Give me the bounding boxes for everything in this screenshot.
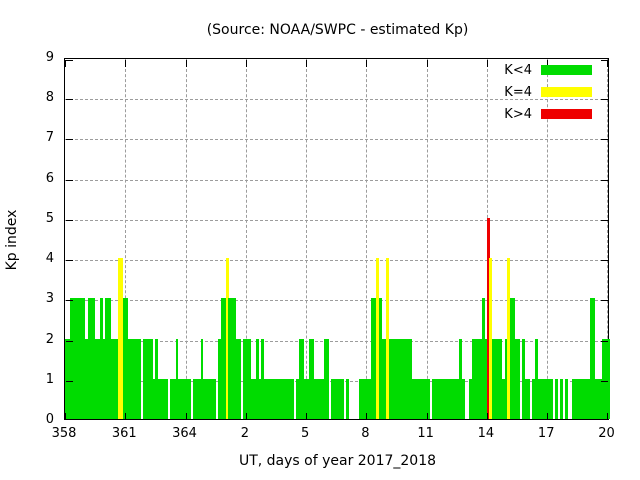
kp-bar	[137, 338, 141, 419]
tick-mark	[426, 60, 428, 67]
y-tick-label: 1	[45, 371, 54, 387]
tick-mark	[125, 60, 127, 67]
y-gridline	[65, 219, 608, 221]
kp-bar	[554, 378, 558, 419]
x-gridline	[185, 59, 187, 419]
tick-mark	[366, 413, 368, 420]
tick-mark	[245, 60, 247, 67]
x-axis-title: UT, days of year 2017_2018	[238, 453, 437, 469]
legend-swatch	[541, 65, 592, 75]
kp-bar	[238, 338, 242, 419]
y-tick-label: 9	[45, 50, 54, 65]
tick-mark	[486, 413, 488, 420]
tick-mark	[65, 60, 66, 67]
tick-mark	[547, 413, 549, 420]
y-gridline	[65, 300, 608, 302]
tick-mark	[601, 139, 608, 141]
tick-mark	[601, 219, 608, 221]
x-gridline	[306, 59, 308, 419]
tick-mark	[245, 413, 247, 420]
tick-mark	[185, 60, 187, 67]
y-tick-label: 3	[45, 291, 54, 307]
y-tick-label: 8	[45, 90, 54, 106]
x-tick-label: 361	[111, 426, 137, 441]
tick-mark	[66, 219, 73, 221]
tick-mark	[601, 380, 608, 382]
y-tick-label: 4	[45, 251, 54, 267]
tick-mark	[366, 60, 368, 67]
y-tick-label: 7	[45, 130, 54, 146]
kp-bar	[527, 378, 530, 419]
tick-mark	[66, 60, 73, 61]
legend-row: K=4	[504, 81, 592, 103]
kp-bar	[607, 338, 611, 419]
y-gridline	[65, 139, 608, 141]
tick-mark	[306, 60, 308, 67]
y-gridline	[65, 179, 608, 181]
x-tick-label: 17	[537, 426, 555, 441]
tick-mark	[66, 179, 73, 181]
tick-mark	[601, 99, 608, 101]
tick-mark	[601, 340, 608, 342]
tick-mark	[66, 260, 73, 262]
tick-mark	[66, 419, 73, 420]
legend-label: K=4	[504, 84, 532, 100]
tick-mark	[66, 300, 73, 302]
kp-bar	[165, 378, 169, 419]
tick-mark	[601, 260, 608, 262]
kp-bar	[559, 378, 563, 419]
tick-mark	[66, 380, 73, 382]
legend-row: K<4	[504, 59, 592, 81]
tick-mark	[601, 300, 608, 302]
kp-bar	[517, 338, 520, 419]
tick-mark	[601, 179, 608, 181]
tick-mark	[486, 60, 488, 67]
chart-title: (Source: NOAA/SWPC - estimated Kp)	[206, 22, 469, 38]
y-tick-label: 5	[45, 210, 54, 226]
legend-label: K>4	[504, 106, 532, 122]
kp-bar	[461, 378, 465, 419]
kp-bar	[326, 338, 330, 419]
tick-mark	[66, 139, 73, 141]
y-tick-label: 2	[45, 331, 54, 347]
legend-swatch	[541, 109, 592, 119]
x-tick-label: 11	[417, 426, 434, 441]
x-gridline	[366, 59, 368, 419]
y-gridline	[65, 260, 608, 262]
tick-mark	[185, 413, 187, 420]
kp-bar	[213, 378, 217, 419]
tick-mark	[125, 413, 127, 420]
legend-row: K>4	[504, 103, 592, 125]
tick-mark	[607, 60, 608, 67]
tick-mark	[66, 340, 73, 342]
x-tick-label: 364	[172, 426, 197, 441]
plot-area: K<4 K=4 K>4	[64, 58, 611, 420]
x-tick-label: 358	[51, 426, 77, 441]
kp-index-chart: (Source: NOAA/SWPC - estimated Kp) Kp in…	[0, 0, 640, 480]
tick-mark	[601, 60, 608, 61]
x-gridline	[426, 59, 428, 419]
kp-bar	[564, 378, 568, 419]
x-tick-label: 14	[477, 426, 495, 441]
legend: K<4 K=4 K>4	[504, 59, 592, 125]
y-axis-title: Kp index	[4, 209, 20, 271]
y-tick-label: 6	[45, 170, 54, 186]
kp-bar	[291, 378, 294, 419]
x-tick-label: 8	[361, 426, 370, 441]
tick-mark	[66, 99, 73, 101]
x-tick-label: 20	[598, 426, 615, 441]
tick-mark	[601, 419, 608, 420]
legend-label: K<4	[504, 62, 532, 78]
x-tick-label: 5	[300, 426, 310, 441]
x-tick-label: 2	[240, 426, 249, 441]
tick-mark	[426, 413, 428, 420]
legend-swatch	[541, 87, 592, 97]
kp-bar	[549, 378, 553, 419]
kp-bar	[341, 378, 345, 419]
tick-mark	[306, 413, 308, 420]
kp-bar	[346, 378, 350, 419]
kp-bar	[188, 378, 191, 419]
